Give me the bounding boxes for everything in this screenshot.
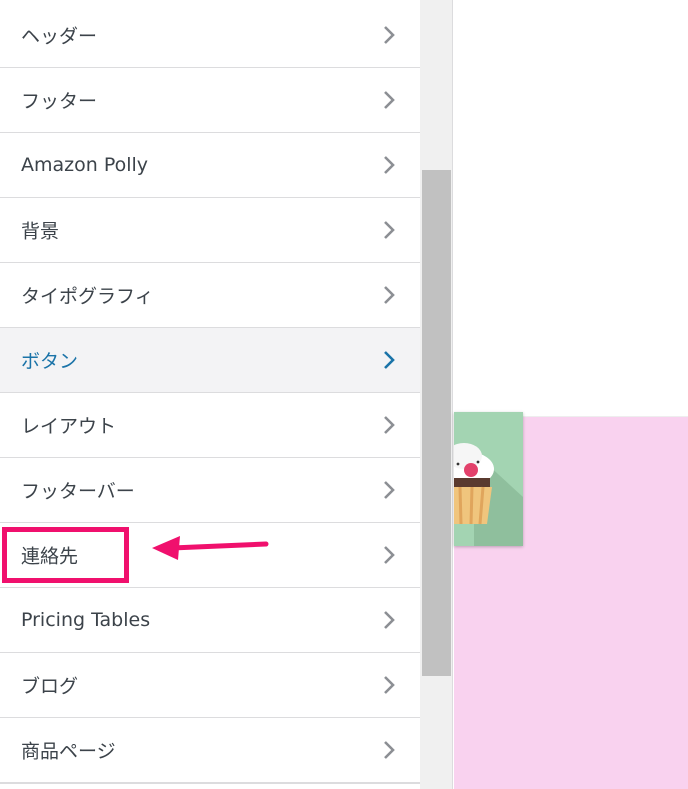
menu-item-label: フッター bbox=[21, 90, 98, 113]
chevron-right-icon bbox=[384, 91, 395, 109]
chevron-right-icon bbox=[384, 611, 395, 629]
menu-item-label: Amazon Polly bbox=[21, 154, 149, 176]
chevron-right-icon bbox=[384, 741, 395, 759]
preview-header-area bbox=[454, 0, 688, 416]
scrollbar-thumb[interactable] bbox=[422, 170, 451, 676]
chevron-right-icon bbox=[384, 481, 395, 499]
cupcake-image bbox=[454, 412, 523, 546]
menu-item-label: 商品ページ bbox=[21, 740, 116, 763]
menu-item-label: ボタン bbox=[21, 350, 79, 373]
menu-item-amazon-polly[interactable]: Amazon Polly bbox=[0, 133, 420, 199]
menu-item-pricing-tables[interactable]: Pricing Tables bbox=[0, 588, 420, 654]
arrow-left-icon bbox=[152, 536, 269, 560]
chevron-right-icon bbox=[384, 286, 395, 304]
chevron-right-icon bbox=[384, 221, 395, 239]
chevron-right-icon bbox=[384, 351, 395, 369]
menu-item-buttons[interactable]: ボタン bbox=[0, 328, 420, 394]
menu-item-blog[interactable]: ブログ bbox=[0, 653, 420, 719]
chevron-right-icon bbox=[384, 156, 395, 174]
menu-item-footer-bar[interactable]: フッターバー bbox=[0, 458, 420, 524]
menu-item-background[interactable]: 背景 bbox=[0, 198, 420, 264]
menu-item-product-page[interactable]: 商品ページ bbox=[0, 718, 420, 784]
chevron-right-icon bbox=[384, 676, 395, 694]
menu-item-label: 背景 bbox=[21, 220, 60, 243]
menu-item-typography[interactable]: タイポグラフィ bbox=[0, 263, 420, 329]
menu-item-label: タイポグラフィ bbox=[21, 285, 154, 308]
chevron-right-icon bbox=[384, 546, 395, 564]
chevron-right-icon bbox=[384, 416, 395, 434]
chevron-right-icon bbox=[384, 26, 395, 44]
menu-item-header[interactable]: ヘッダー bbox=[0, 3, 420, 69]
menu-item-layout[interactable]: レイアウト bbox=[0, 393, 420, 459]
menu-item-label: ブログ bbox=[21, 675, 79, 698]
menu-item-footer[interactable]: フッター bbox=[0, 68, 420, 134]
contact-highlight-box bbox=[2, 527, 129, 583]
menu-item-label: フッターバー bbox=[21, 480, 135, 503]
menu-item-label: ヘッダー bbox=[21, 25, 98, 48]
menu-item-label: Pricing Tables bbox=[21, 609, 151, 631]
menu-item-label: レイアウト bbox=[21, 415, 117, 438]
cupcake-thumbnail[interactable] bbox=[454, 412, 523, 546]
